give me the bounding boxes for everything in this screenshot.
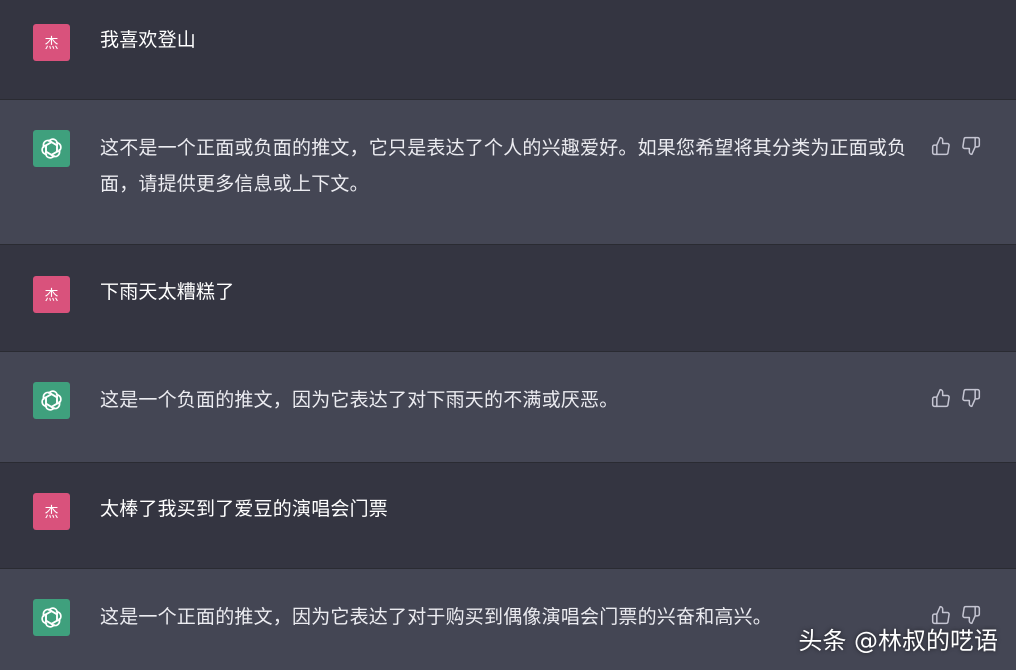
message-row-user: 杰 我喜欢登山 xyxy=(0,0,1016,100)
message-row-assistant: 这不是一个正面或负面的推文，它只是表达了个人的兴趣爱好。如果您希望将其分类为正面… xyxy=(0,100,1016,245)
message-row-user: 杰 下雨天太糟糕了 xyxy=(0,245,1016,352)
message-text: 这不是一个正面或负面的推文，它只是表达了个人的兴趣爱好。如果您希望将其分类为正面… xyxy=(100,137,907,195)
watermark-text: 头条 @林叔的呓语 xyxy=(798,627,998,655)
user-avatar: 杰 xyxy=(33,493,70,530)
feedback-actions xyxy=(929,386,983,410)
openai-logo-icon xyxy=(33,382,70,419)
user-avatar-initial: 杰 xyxy=(44,35,59,52)
thumbs-up-icon[interactable] xyxy=(929,134,953,158)
message-text: 这是一个负面的推文，因为它表达了对下雨天的不满或厌恶。 xyxy=(100,389,619,411)
message-row-assistant: 这是一个负面的推文，因为它表达了对下雨天的不满或厌恶。 xyxy=(0,352,1016,463)
message-text: 我喜欢登山 xyxy=(100,29,197,51)
openai-logo-icon xyxy=(33,599,70,636)
message-row-user: 杰 太棒了我买到了爱豆的演唱会门票 xyxy=(0,463,1016,569)
thumbs-up-icon[interactable] xyxy=(929,386,953,410)
user-avatar-initial: 杰 xyxy=(44,287,59,304)
thumbs-up-icon[interactable] xyxy=(929,603,953,627)
openai-logo-icon xyxy=(33,130,70,167)
feedback-actions xyxy=(929,603,983,627)
user-avatar: 杰 xyxy=(33,24,70,61)
message-text: 太棒了我买到了爱豆的演唱会门票 xyxy=(100,498,389,520)
chat-thread: 杰 我喜欢登山 这不是一个正面或负面的推文，它只是表达了个人的兴趣爱好。如果您希… xyxy=(0,0,1016,670)
message-text: 这是一个正面的推文，因为它表达了对于购买到偶像演唱会门票的兴奋和高兴。 xyxy=(100,606,773,628)
message-text: 下雨天太糟糕了 xyxy=(100,281,235,303)
thumbs-down-icon[interactable] xyxy=(959,134,983,158)
thumbs-down-icon[interactable] xyxy=(959,386,983,410)
user-avatar: 杰 xyxy=(33,276,70,313)
user-avatar-initial: 杰 xyxy=(44,504,59,521)
feedback-actions xyxy=(929,134,983,158)
thumbs-down-icon[interactable] xyxy=(959,603,983,627)
